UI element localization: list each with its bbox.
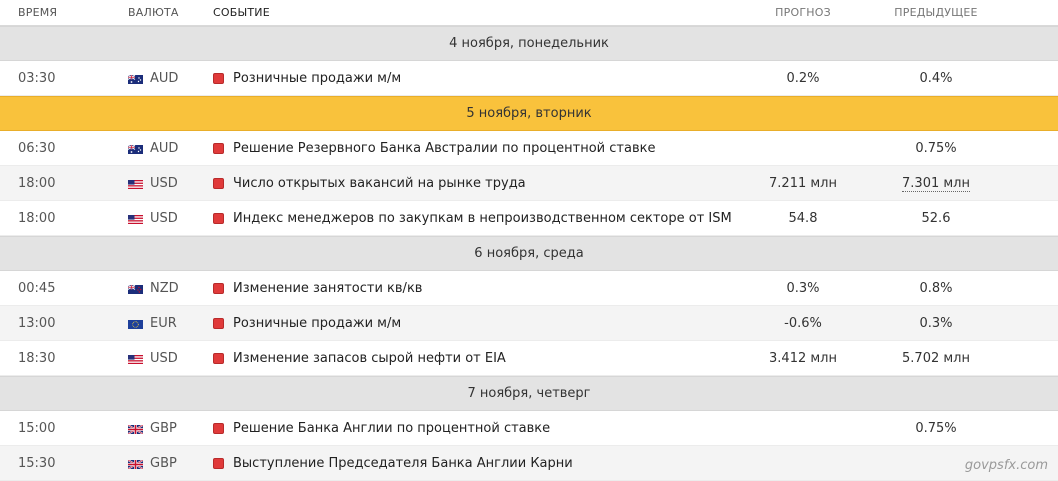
event-currency: USD: [128, 351, 213, 366]
currency-code: NZD: [150, 280, 179, 296]
event-time: 18:30: [18, 350, 56, 366]
event-time: 06:30: [18, 140, 56, 156]
event-time: 15:30: [18, 455, 56, 471]
economic-calendar-table: ВРЕМЯ ВАЛЮТА СОБЫТИЕ ПРОГНОЗ ПРЕДЫДУЩЕЕ …: [0, 0, 1058, 481]
event-previous: 52.6: [921, 210, 951, 226]
event-name[interactable]: Число открытых вакансий на рынке труда: [233, 176, 526, 191]
event-currency: GBP: [127, 455, 213, 471]
table-row[interactable]: 18:30 USD Изменение запасов сырой нефти от…: [0, 341, 1058, 376]
table-row[interactable]: 00:45 NZD Изменение занятости кв/кв 0.3% 0.8…: [0, 271, 1058, 306]
header-forecast[interactable]: ПРОГНОЗ: [740, 6, 866, 19]
event-currency: NZD: [127, 280, 213, 296]
day-separator: 6 ноября, среда: [0, 236, 1058, 271]
currency-code: USD: [150, 350, 178, 366]
event-time: 18:00: [18, 210, 56, 226]
event-forecast: 54.8: [788, 210, 818, 226]
event-name[interactable]: Изменение запасов сырой нефти от EIA: [233, 351, 506, 366]
new-zealand-flag-icon: [127, 283, 145, 294]
usa-flag-icon: [128, 353, 145, 364]
importance-high-icon: [213, 212, 224, 224]
currency-code: EUR: [150, 315, 177, 331]
event-name[interactable]: Индекс менеджеров по закупкам в непроизв…: [233, 211, 732, 226]
event-forecast: 7.211 млн: [769, 175, 837, 191]
event-name[interactable]: Розничные продажи м/м: [233, 71, 401, 86]
event-currency: USD: [128, 211, 213, 226]
table-row[interactable]: 06:30 AUD Решение Резервного Банка Австрал…: [0, 131, 1058, 166]
currency-code: GBP: [150, 455, 177, 471]
event-cell: Число открытых вакансий на рынке труда: [213, 176, 740, 191]
event-currency: USD: [128, 176, 213, 191]
event-time: 18:00: [18, 175, 56, 191]
event-name[interactable]: Выступление Председателя Банка Англии Ка…: [233, 456, 573, 471]
currency-code: AUD: [150, 70, 179, 86]
event-cell: Розничные продажи м/м: [213, 71, 740, 86]
usa-flag-icon: [128, 178, 145, 189]
event-time: 03:30: [18, 70, 56, 86]
event-forecast: 0.2%: [786, 70, 820, 86]
event-cell: Изменение запасов сырой нефти от EIA: [213, 351, 740, 366]
uk-flag-icon: [127, 423, 145, 435]
event-previous: 0.75%: [915, 420, 957, 436]
importance-high-icon: [213, 282, 224, 294]
importance-high-icon: [213, 317, 224, 329]
table-row[interactable]: 13:00 EUR Розничные продажи м/м -0.6% 0.3%: [0, 306, 1058, 341]
currency-code: USD: [150, 175, 178, 191]
table-body: 4 ноября, понедельник 03:30 AUD Розничные п…: [0, 26, 1058, 481]
header-previous[interactable]: ПРЕДЫДУЩЕЕ: [866, 6, 1006, 19]
event-forecast: 3.412 млн: [769, 350, 837, 366]
importance-high-icon: [213, 177, 224, 189]
header-event[interactable]: СОБЫТИЕ: [213, 6, 740, 19]
previous-revised-value[interactable]: 7.301 млн: [902, 175, 970, 192]
header-time[interactable]: ВРЕМЯ: [0, 6, 128, 19]
event-forecast: -0.6%: [784, 315, 822, 331]
event-time: 13:00: [18, 315, 56, 331]
event-cell: Решение Банка Англии по процентной ставк…: [213, 421, 740, 436]
watermark: govpsfx.com: [964, 458, 1048, 473]
event-previous: 0.4%: [919, 70, 953, 86]
table-header: ВРЕМЯ ВАЛЮТА СОБЫТИЕ ПРОГНОЗ ПРЕДЫДУЩЕЕ: [0, 0, 1058, 26]
australia-flag-icon: [127, 143, 145, 154]
event-name[interactable]: Розничные продажи м/м: [233, 316, 401, 331]
event-name[interactable]: Решение Резервного Банка Австралии по пр…: [233, 141, 655, 156]
event-time: 15:00: [18, 420, 56, 436]
event-previous: 0.8%: [919, 280, 953, 296]
eu-flag-icon: [128, 318, 145, 329]
event-name[interactable]: Изменение занятости кв/кв: [233, 281, 422, 296]
event-currency: AUD: [127, 70, 213, 86]
currency-code: GBP: [150, 420, 177, 436]
event-cell: Выступление Председателя Банка Англии Ка…: [213, 456, 740, 471]
event-currency: AUD: [127, 140, 213, 156]
table-row[interactable]: 03:30 AUD Розничные продажи м/м 0.2% 0.4%: [0, 61, 1058, 96]
day-separator: 4 ноября, понедельник: [0, 26, 1058, 61]
importance-high-icon: [213, 142, 224, 154]
importance-high-icon: [213, 352, 224, 364]
event-previous: 5.702 млн: [902, 350, 970, 366]
event-previous: 0.3%: [919, 315, 953, 331]
event-cell: Изменение занятости кв/кв: [213, 281, 740, 296]
event-forecast: 0.3%: [786, 280, 820, 296]
uk-flag-icon: [127, 458, 145, 470]
importance-high-icon: [213, 72, 224, 84]
currency-code: USD: [150, 210, 178, 226]
day-separator: 7 ноября, четверг: [0, 376, 1058, 411]
table-row[interactable]: 15:00 GBP Решение Банка Англии по процентн…: [0, 411, 1058, 446]
importance-high-icon: [213, 422, 224, 434]
event-cell: Розничные продажи м/м: [213, 316, 740, 331]
event-name[interactable]: Решение Банка Англии по процентной ставк…: [233, 421, 550, 436]
event-cell: Решение Резервного Банка Австралии по пр…: [213, 141, 740, 156]
event-currency: EUR: [128, 316, 213, 331]
event-cell: Индекс менеджеров по закупкам в непроизв…: [213, 211, 740, 226]
event-time: 00:45: [18, 280, 56, 296]
importance-high-icon: [213, 457, 224, 469]
header-currency[interactable]: ВАЛЮТА: [128, 6, 213, 19]
day-separator: 5 ноября, вторник: [0, 96, 1058, 131]
currency-code: AUD: [150, 140, 179, 156]
event-previous: 7.301 млн: [866, 175, 1006, 192]
event-currency: GBP: [127, 420, 213, 436]
australia-flag-icon: [127, 73, 145, 84]
usa-flag-icon: [128, 213, 145, 224]
table-row[interactable]: 18:00 USD Индекс менеджеров по закупкам в …: [0, 201, 1058, 236]
table-row[interactable]: 18:00 USD Число открытых вакансий на рынке…: [0, 166, 1058, 201]
event-previous: 0.75%: [915, 140, 957, 156]
